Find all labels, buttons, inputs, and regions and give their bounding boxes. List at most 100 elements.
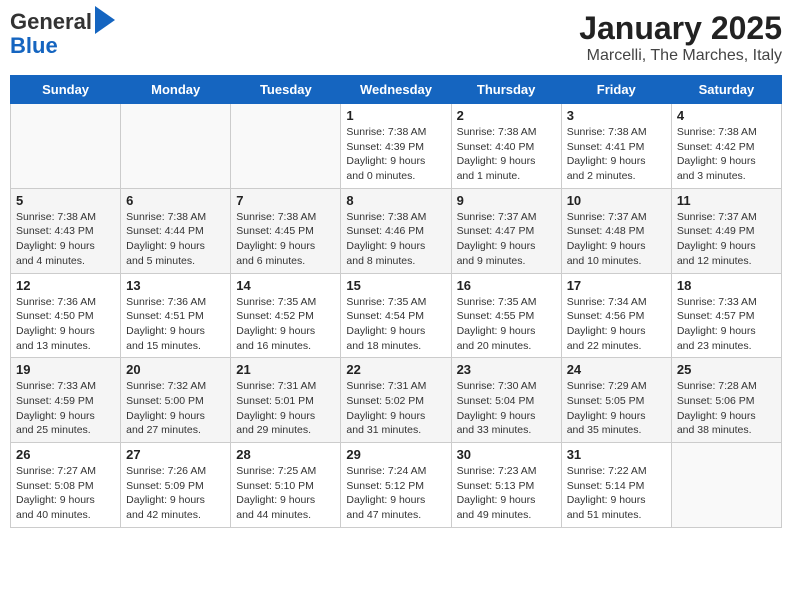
- calendar-cell: 6Sunrise: 7:38 AM Sunset: 4:44 PM Daylig…: [121, 188, 231, 273]
- day-number: 29: [346, 447, 445, 462]
- day-number: 12: [16, 278, 115, 293]
- day-info: Sunrise: 7:37 AM Sunset: 4:47 PM Dayligh…: [457, 210, 556, 269]
- calendar-week-row: 12 Sunrise: 7:36 AM Sunset: 4:50 PM Dayli…: [11, 273, 782, 358]
- day-info: Sunrise: 7:38 AM Sunset: 4:41 PM Dayligh…: [567, 125, 666, 184]
- day-number: 14: [236, 278, 335, 293]
- calendar-cell: 22 Sunrise: 7:31 AM Sunset: 5:02 PM Dayli…: [341, 358, 451, 443]
- calendar-cell: 13Sunrise: 7:36 AM Sunset: 4:51 PM Dayli…: [121, 273, 231, 358]
- weekday-header-saturday: Saturday: [671, 76, 781, 104]
- day-number: 2: [457, 108, 556, 123]
- calendar-cell: 7 Sunrise: 7:38 AM Sunset: 4:45 PM Daylig…: [231, 188, 341, 273]
- day-number: 19: [16, 362, 115, 377]
- day-info: Sunrise: 7:38 AM Sunset: 4:46 PM Dayligh…: [346, 210, 445, 269]
- calendar-cell: 24Sunrise: 7:29 AM Sunset: 5:05 PM Dayli…: [561, 358, 671, 443]
- day-number: 23: [457, 362, 556, 377]
- calendar-week-row: 26 Sunrise: 7:27 AM Sunset: 5:08 PM Dayli…: [11, 443, 782, 528]
- calendar-cell: 12 Sunrise: 7:36 AM Sunset: 4:50 PM Dayli…: [11, 273, 121, 358]
- weekday-header-row: SundayMondayTuesdayWednesdayThursdayFrid…: [11, 76, 782, 104]
- day-info: Sunrise: 7:23 AM Sunset: 5:13 PM Dayligh…: [457, 464, 556, 523]
- calendar-cell: 17 Sunrise: 7:34 AM Sunset: 4:56 PM Dayli…: [561, 273, 671, 358]
- day-info: Sunrise: 7:36 AM Sunset: 4:51 PM Dayligh…: [126, 295, 225, 354]
- logo-blue: Blue: [10, 34, 58, 58]
- calendar-cell: 26 Sunrise: 7:27 AM Sunset: 5:08 PM Dayli…: [11, 443, 121, 528]
- calendar-cell: 14 Sunrise: 7:35 AM Sunset: 4:52 PM Dayli…: [231, 273, 341, 358]
- day-info: Sunrise: 7:28 AM Sunset: 5:06 PM Dayligh…: [677, 379, 776, 438]
- day-number: 10: [567, 193, 666, 208]
- calendar-subtitle: Marcelli, The Marches, Italy: [579, 47, 782, 65]
- day-info: Sunrise: 7:34 AM Sunset: 4:56 PM Dayligh…: [567, 295, 666, 354]
- day-info: Sunrise: 7:38 AM Sunset: 4:40 PM Dayligh…: [457, 125, 556, 184]
- day-info: Sunrise: 7:36 AM Sunset: 4:50 PM Dayligh…: [16, 295, 115, 354]
- page-header: General Blue January 2025 Marcelli, The …: [10, 10, 782, 65]
- logo-general: General: [10, 10, 92, 34]
- day-number: 5: [16, 193, 115, 208]
- weekday-header-friday: Friday: [561, 76, 671, 104]
- day-number: 28: [236, 447, 335, 462]
- day-number: 3: [567, 108, 666, 123]
- day-info: Sunrise: 7:26 AM Sunset: 5:09 PM Dayligh…: [126, 464, 225, 523]
- day-number: 17: [567, 278, 666, 293]
- day-info: Sunrise: 7:35 AM Sunset: 4:55 PM Dayligh…: [457, 295, 556, 354]
- calendar-cell: 5 Sunrise: 7:38 AM Sunset: 4:43 PM Daylig…: [11, 188, 121, 273]
- day-info: Sunrise: 7:33 AM Sunset: 4:57 PM Dayligh…: [677, 295, 776, 354]
- day-info: Sunrise: 7:31 AM Sunset: 5:02 PM Dayligh…: [346, 379, 445, 438]
- day-number: 16: [457, 278, 556, 293]
- title-block: January 2025 Marcelli, The Marches, Ital…: [579, 10, 782, 65]
- day-info: Sunrise: 7:38 AM Sunset: 4:43 PM Dayligh…: [16, 210, 115, 269]
- day-number: 22: [346, 362, 445, 377]
- day-number: 8: [346, 193, 445, 208]
- day-info: Sunrise: 7:22 AM Sunset: 5:14 PM Dayligh…: [567, 464, 666, 523]
- day-number: 11: [677, 193, 776, 208]
- day-info: Sunrise: 7:35 AM Sunset: 4:52 PM Dayligh…: [236, 295, 335, 354]
- calendar-cell: 23Sunrise: 7:30 AM Sunset: 5:04 PM Dayli…: [451, 358, 561, 443]
- day-info: Sunrise: 7:38 AM Sunset: 4:45 PM Dayligh…: [236, 210, 335, 269]
- day-info: Sunrise: 7:38 AM Sunset: 4:39 PM Dayligh…: [346, 125, 445, 184]
- day-info: Sunrise: 7:37 AM Sunset: 4:49 PM Dayligh…: [677, 210, 776, 269]
- day-info: Sunrise: 7:29 AM Sunset: 5:05 PM Dayligh…: [567, 379, 666, 438]
- day-number: 4: [677, 108, 776, 123]
- day-number: 26: [16, 447, 115, 462]
- day-info: Sunrise: 7:25 AM Sunset: 5:10 PM Dayligh…: [236, 464, 335, 523]
- calendar-cell: 10 Sunrise: 7:37 AM Sunset: 4:48 PM Dayli…: [561, 188, 671, 273]
- calendar-cell: [231, 104, 341, 189]
- calendar-cell: [11, 104, 121, 189]
- day-info: Sunrise: 7:31 AM Sunset: 5:01 PM Dayligh…: [236, 379, 335, 438]
- calendar-cell: 30 Sunrise: 7:23 AM Sunset: 5:13 PM Dayli…: [451, 443, 561, 528]
- calendar-cell: 4 Sunrise: 7:38 AM Sunset: 4:42 PM Daylig…: [671, 104, 781, 189]
- calendar-cell: [671, 443, 781, 528]
- day-number: 18: [677, 278, 776, 293]
- calendar-cell: 16 Sunrise: 7:35 AM Sunset: 4:55 PM Dayli…: [451, 273, 561, 358]
- day-info: Sunrise: 7:38 AM Sunset: 4:42 PM Dayligh…: [677, 125, 776, 184]
- day-number: 30: [457, 447, 556, 462]
- day-info: Sunrise: 7:24 AM Sunset: 5:12 PM Dayligh…: [346, 464, 445, 523]
- calendar-week-row: 19 Sunrise: 7:33 AM Sunset: 4:59 PM Dayli…: [11, 358, 782, 443]
- calendar-cell: 18 Sunrise: 7:33 AM Sunset: 4:57 PM Dayli…: [671, 273, 781, 358]
- calendar-cell: 2 Sunrise: 7:38 AM Sunset: 4:40 PM Daylig…: [451, 104, 561, 189]
- calendar-cell: 3 Sunrise: 7:38 AM Sunset: 4:41 PM Daylig…: [561, 104, 671, 189]
- day-number: 21: [236, 362, 335, 377]
- weekday-header-thursday: Thursday: [451, 76, 561, 104]
- weekday-header-wednesday: Wednesday: [341, 76, 451, 104]
- weekday-header-sunday: Sunday: [11, 76, 121, 104]
- calendar-cell: [121, 104, 231, 189]
- day-number: 27: [126, 447, 225, 462]
- calendar-cell: 20Sunrise: 7:32 AM Sunset: 5:00 PM Dayli…: [121, 358, 231, 443]
- day-info: Sunrise: 7:33 AM Sunset: 4:59 PM Dayligh…: [16, 379, 115, 438]
- day-number: 6: [126, 193, 225, 208]
- calendar-title: January 2025: [579, 10, 782, 47]
- day-number: 25: [677, 362, 776, 377]
- day-number: 20: [126, 362, 225, 377]
- calendar-cell: 29 Sunrise: 7:24 AM Sunset: 5:12 PM Dayli…: [341, 443, 451, 528]
- day-number: 15: [346, 278, 445, 293]
- calendar-cell: 19 Sunrise: 7:33 AM Sunset: 4:59 PM Dayli…: [11, 358, 121, 443]
- day-info: Sunrise: 7:27 AM Sunset: 5:08 PM Dayligh…: [16, 464, 115, 523]
- calendar-cell: 31Sunrise: 7:22 AM Sunset: 5:14 PM Dayli…: [561, 443, 671, 528]
- day-info: Sunrise: 7:37 AM Sunset: 4:48 PM Dayligh…: [567, 210, 666, 269]
- day-number: 1: [346, 108, 445, 123]
- logo-arrow-icon: [95, 6, 115, 34]
- calendar-cell: 1 Sunrise: 7:38 AM Sunset: 4:39 PM Daylig…: [341, 104, 451, 189]
- day-number: 7: [236, 193, 335, 208]
- calendar-cell: 11 Sunrise: 7:37 AM Sunset: 4:49 PM Dayli…: [671, 188, 781, 273]
- calendar-week-row: 1 Sunrise: 7:38 AM Sunset: 4:39 PM Daylig…: [11, 104, 782, 189]
- calendar-cell: 25 Sunrise: 7:28 AM Sunset: 5:06 PM Dayli…: [671, 358, 781, 443]
